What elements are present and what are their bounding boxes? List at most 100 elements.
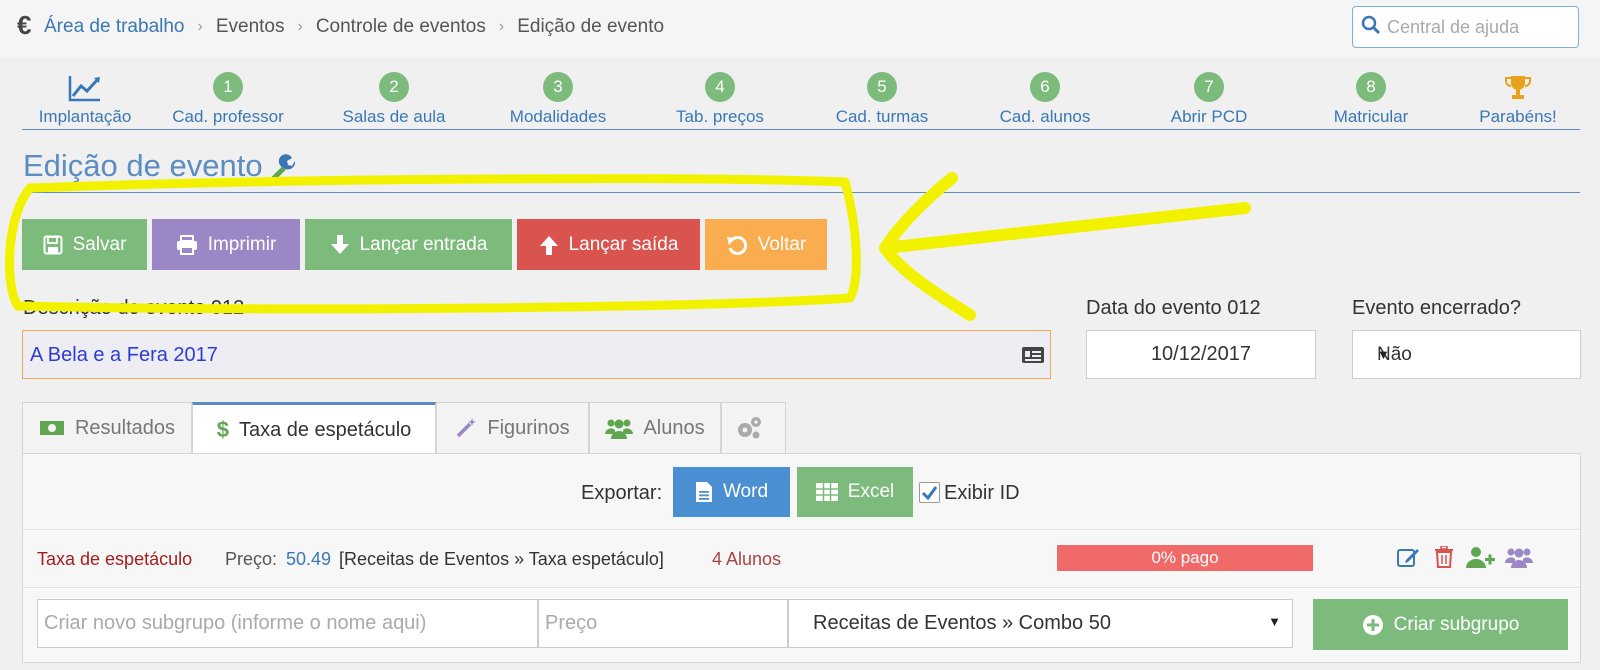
step-1[interactable]: 1 Cad. professor xyxy=(148,66,308,127)
tab-label: Taxa de espetáculo xyxy=(238,418,412,441)
step-number: 7 xyxy=(1194,72,1224,102)
chevron-right-icon: › xyxy=(297,18,303,35)
add-user-icon[interactable] xyxy=(1466,546,1496,568)
export-word-button[interactable]: Word xyxy=(673,467,790,517)
setup-wizard-steps: Implantação 1 Cad. professor 2 Salas de … xyxy=(22,66,1580,130)
tab-settings[interactable] xyxy=(721,402,786,454)
fee-price-label: Preço: xyxy=(225,549,278,569)
step-8[interactable]: 8 Matricular xyxy=(1291,66,1451,127)
step-label: Modalidades xyxy=(509,107,607,126)
undo-icon xyxy=(726,235,747,255)
back-button[interactable]: Voltar xyxy=(705,219,827,270)
euro-logo-icon: € xyxy=(17,10,32,40)
event-date-label: Data do evento 012 xyxy=(1086,297,1261,319)
show-id-checkbox[interactable] xyxy=(919,482,940,503)
subgroup-price-input[interactable]: Preço xyxy=(538,599,788,648)
subgroup-price-placeholder: Preço xyxy=(545,612,598,634)
subgroup-name-input[interactable]: Criar novo subgrupo (informe o nome aqui… xyxy=(37,599,538,648)
print-button[interactable]: Imprimir xyxy=(152,219,300,270)
export-label: Exportar: xyxy=(581,482,663,504)
trash-icon[interactable] xyxy=(1434,546,1454,568)
step-label: Cad. alunos xyxy=(999,107,1091,126)
help-search-input[interactable] xyxy=(1387,11,1572,43)
fee-name: Taxa de espetáculo xyxy=(37,549,193,569)
export-word-label: Word xyxy=(722,481,769,502)
help-search[interactable] xyxy=(1352,6,1579,48)
dollar-icon: $ xyxy=(216,417,229,442)
event-closed-label: Evento encerrado? xyxy=(1352,297,1522,319)
breadcrumb-item-event-control[interactable]: Controle de eventos xyxy=(316,16,486,38)
step-number: 1 xyxy=(213,72,243,102)
step-label: Parabéns! xyxy=(1479,107,1557,126)
chart-line-icon xyxy=(68,76,100,102)
post-entry-label: Lançar entrada xyxy=(359,233,488,255)
save-button[interactable]: Salvar xyxy=(22,219,147,270)
step-label: Cad. professor xyxy=(172,107,284,126)
file-text-icon xyxy=(695,482,712,502)
fee-students: 4 Alunos xyxy=(712,549,782,569)
export-excel-label: Excel xyxy=(847,481,895,502)
step-implantacao[interactable]: Implantação xyxy=(5,66,165,127)
step-number: 6 xyxy=(1030,72,1060,102)
chevron-right-icon: › xyxy=(498,18,505,35)
gears-icon xyxy=(737,417,761,439)
caret-down-icon: ▼ xyxy=(1268,614,1281,629)
event-date-value: 10/12/2017 xyxy=(1150,343,1252,365)
export-bar: Exportar: Word Excel Exibir ID xyxy=(23,454,1580,530)
tab-label: Resultados xyxy=(74,416,176,439)
step-label: Tab. preços xyxy=(676,107,764,126)
step-number: 4 xyxy=(705,72,735,102)
step-number: 2 xyxy=(379,72,409,102)
step-label: Matricular xyxy=(1333,107,1409,126)
breadcrumb-item-events[interactable]: Eventos xyxy=(216,16,285,38)
post-exit-button[interactable]: Lançar saída xyxy=(517,219,700,270)
tab-taxa-espetaculo[interactable]: $ Taxa de espetáculo xyxy=(192,402,436,455)
step-number: 8 xyxy=(1356,72,1386,102)
step-label: Salas de aula xyxy=(342,107,446,126)
step-2[interactable]: 2 Salas de aula xyxy=(314,66,474,127)
page-title: Edição de evento xyxy=(23,148,263,183)
post-entry-button[interactable]: Lançar entrada xyxy=(305,219,512,270)
arrow-down-icon xyxy=(330,234,349,254)
tab-resultados[interactable]: Resultados xyxy=(22,402,192,454)
tab-label: Figurinos xyxy=(487,416,570,439)
step-label: Abrir PCD xyxy=(1170,107,1248,126)
tab-figurinos[interactable]: Figurinos xyxy=(436,402,589,454)
floppy-disk-icon xyxy=(43,235,63,254)
edit-icon[interactable] xyxy=(1397,546,1421,568)
subgroup-name-placeholder: Criar novo subgrupo (informe o nome aqui… xyxy=(44,612,427,634)
breadcrumb-item-workspace[interactable]: Área de trabalho xyxy=(44,16,185,38)
checkmark-icon xyxy=(921,486,938,501)
export-excel-button[interactable]: Excel xyxy=(797,467,913,517)
back-label: Voltar xyxy=(757,233,807,255)
event-date-field[interactable]: 10/12/2017 xyxy=(1086,330,1316,379)
subgroup-account-select[interactable]: Receitas de Eventos » Combo 50 ▼ xyxy=(788,599,1293,648)
trophy-icon xyxy=(1505,76,1531,99)
money-icon xyxy=(39,421,64,435)
post-exit-label: Lançar saída xyxy=(568,233,679,255)
print-label: Imprimir xyxy=(207,233,277,255)
fee-account: [Receitas de Eventos » Taxa espetáculo] xyxy=(339,549,664,569)
step-5[interactable]: 5 Cad. turmas xyxy=(802,66,962,127)
step-6[interactable]: 6 Cad. alunos xyxy=(965,66,1125,127)
tab-alunos[interactable]: Alunos xyxy=(589,402,721,454)
tab-label: Alunos xyxy=(643,416,705,439)
users-icon[interactable] xyxy=(1505,546,1533,568)
description-value: A Bela e a Fera 2017 xyxy=(30,344,218,366)
chevron-right-icon: › xyxy=(197,18,203,35)
save-label: Salvar xyxy=(72,233,127,255)
create-subgroup-button[interactable]: Criar subgrupo xyxy=(1313,599,1568,650)
printer-icon xyxy=(176,234,197,255)
event-closed-select[interactable]: Não ▼ xyxy=(1352,330,1581,379)
step-7[interactable]: 7 Abrir PCD xyxy=(1129,66,1289,127)
description-field[interactable]: A Bela e a Fera 2017 xyxy=(22,330,1051,379)
top-bar: € Área de trabalho › Eventos › Controle … xyxy=(0,0,1600,57)
step-parabens[interactable]: Parabéns! xyxy=(1438,66,1598,127)
step-label: Cad. turmas xyxy=(835,107,929,126)
users-icon xyxy=(605,419,634,439)
step-4[interactable]: 4 Tab. preços xyxy=(640,66,800,127)
arrow-up-icon xyxy=(539,235,558,255)
tab-panel: Exportar: Word Excel Exibir ID Taxa de e… xyxy=(22,453,1581,663)
step-3[interactable]: 3 Modalidades xyxy=(478,66,638,127)
create-subgroup-label: Criar subgrupo xyxy=(1393,613,1520,635)
